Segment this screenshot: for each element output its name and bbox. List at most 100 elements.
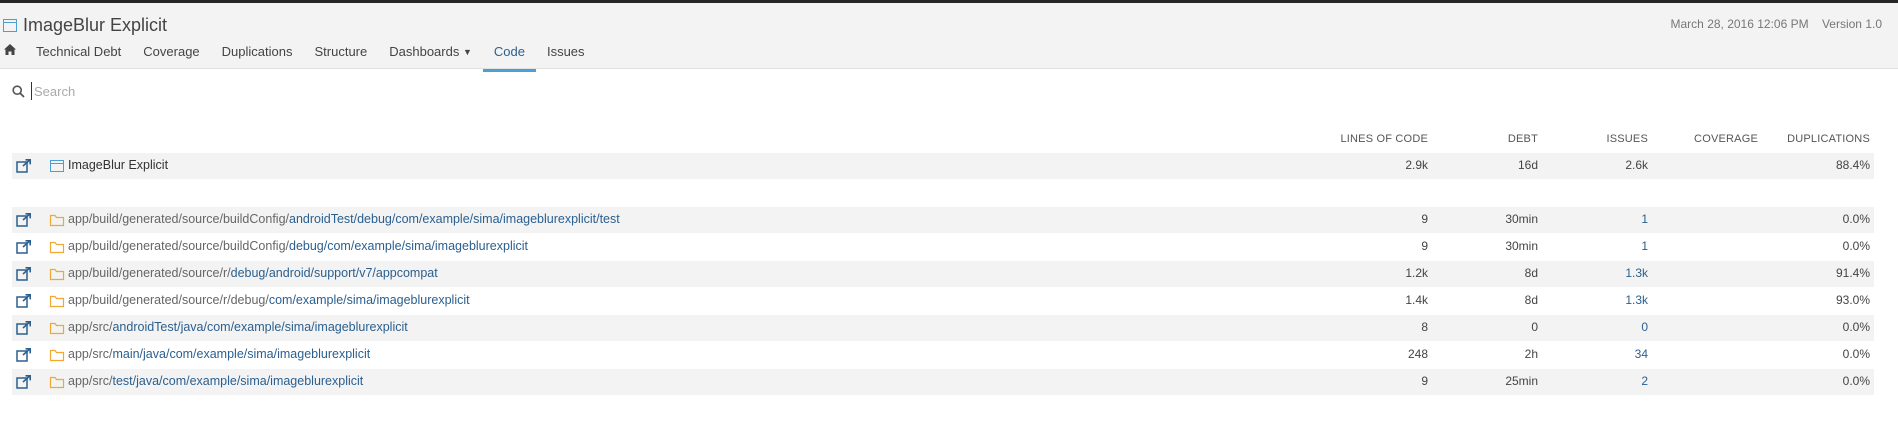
cell-debt: 30min: [1505, 212, 1538, 226]
analysis-meta: March 28, 2016 12:06 PM Version 1.0: [1661, 17, 1882, 31]
folder-icon: [49, 295, 65, 308]
path-prefix: app/src/: [68, 320, 113, 334]
project-icon: [3, 19, 17, 32]
path-link[interactable]: debug/android/support/v7/appcompat: [231, 266, 438, 280]
cell-debt: 0: [1531, 320, 1538, 334]
cell-issues: 0: [1641, 320, 1648, 334]
component-path[interactable]: app/src/test/java/com/example/sima/image…: [68, 374, 363, 388]
component-path[interactable]: app/build/generated/source/r/debug/com/e…: [68, 293, 470, 307]
cell-duplications: 91.4%: [1835, 266, 1870, 280]
open-external-icon[interactable]: [16, 348, 32, 362]
path-prefix: app/build/generated/source/buildConfig/: [68, 212, 289, 226]
column-header-issues[interactable]: ISSUES: [1558, 133, 1648, 145]
project-title: ImageBlur Explicit: [23, 15, 168, 35]
table-row: app/build/generated/source/buildConfig/a…: [12, 207, 1874, 233]
open-external-icon[interactable]: [16, 159, 32, 173]
project-icon: [50, 160, 64, 172]
project-header: ImageBlur Explicit March 28, 2016 12:06 …: [0, 3, 1898, 72]
column-header-lines-of-code[interactable]: LINES OF CODE: [1338, 133, 1428, 145]
cell-duplications: 93.0%: [1835, 293, 1870, 307]
component-path[interactable]: app/src/androidTest/java/com/example/sim…: [68, 320, 408, 334]
open-external-icon[interactable]: [16, 294, 32, 308]
cell-duplications: 0.0%: [1842, 320, 1870, 334]
cell-debt: 2h: [1524, 347, 1538, 361]
tab-coverage[interactable]: Coverage: [132, 43, 210, 69]
component-path[interactable]: app/build/generated/source/buildConfig/a…: [68, 212, 620, 226]
folder-icon: [49, 349, 65, 362]
cell-loc: 9: [1421, 374, 1428, 388]
folder-icon: [49, 241, 65, 254]
tab-issues[interactable]: Issues: [536, 43, 596, 69]
version-label: Version 1.0: [1821, 17, 1882, 31]
home-link[interactable]: [0, 43, 25, 69]
search-icon: [12, 84, 25, 98]
open-external-icon[interactable]: [16, 375, 32, 389]
cell-duplications: 0.0%: [1842, 374, 1870, 388]
column-header-debt[interactable]: DEBT: [1448, 133, 1538, 145]
component-path[interactable]: app/build/generated/source/r/debug/andro…: [68, 266, 438, 280]
cell-issues: 1: [1641, 239, 1648, 253]
cell-debt: 25min: [1505, 374, 1538, 388]
analysis-date: March 28, 2016 12:06 PM: [1670, 17, 1809, 31]
path-link[interactable]: com/example/sima/imageblurexplicit: [269, 293, 470, 307]
folder-icon: [49, 376, 65, 389]
search-bar: [12, 82, 436, 100]
cell-loc: 2.9k: [1405, 158, 1428, 172]
folder-icon: [49, 214, 65, 227]
caret-down-icon: ▼: [462, 47, 472, 57]
tab-dashboards-label: Dashboards: [389, 44, 460, 59]
cell-issues: 34: [1634, 347, 1648, 361]
component-path[interactable]: app/build/generated/source/buildConfig/d…: [68, 239, 528, 253]
folder-icon: [49, 322, 65, 335]
column-header-coverage[interactable]: COVERAGE: [1668, 133, 1758, 145]
cell-issues: 2: [1641, 374, 1648, 388]
cell-duplications: 0.0%: [1842, 239, 1870, 253]
tab-structure[interactable]: Structure: [303, 43, 378, 69]
path-prefix: app/build/generated/source/r/: [68, 266, 231, 280]
table-row: app/src/main/java/com/example/sima/image…: [12, 342, 1874, 368]
path-prefix: app/build/generated/source/r/debug/: [68, 293, 269, 307]
path-prefix: app/src/: [68, 374, 113, 388]
tab-duplications[interactable]: Duplications: [211, 43, 304, 69]
cell-loc: 9: [1421, 212, 1428, 226]
open-external-icon[interactable]: [16, 240, 32, 254]
tab-technical-debt[interactable]: Technical Debt: [25, 43, 132, 69]
open-external-icon[interactable]: [16, 321, 32, 335]
path-link[interactable]: main/java/com/example/sima/imageblurexpl…: [112, 347, 370, 361]
main-nav: Technical Debt Coverage Duplications Str…: [0, 43, 596, 72]
folder-icon: [49, 268, 65, 281]
cell-loc: 9: [1421, 239, 1428, 253]
cell-debt: 8d: [1524, 293, 1538, 307]
cell-issues: 1.3k: [1625, 266, 1648, 280]
cell-duplications: 0.0%: [1842, 347, 1870, 361]
cell-loc: 1.2k: [1405, 266, 1428, 280]
cell-issues: 1.3k: [1625, 293, 1648, 307]
cell-issues: 2.6k: [1625, 158, 1648, 172]
cell-duplications: 0.0%: [1842, 212, 1870, 226]
path-link[interactable]: androidTest/debug/com/example/sima/image…: [289, 212, 620, 226]
open-external-icon[interactable]: [16, 213, 32, 227]
table-row-root: ImageBlur Explicit 2.9k 16d 2.6k 88.4%: [12, 153, 1874, 179]
path-link[interactable]: debug/com/example/sima/imageblurexplicit: [289, 239, 528, 253]
root-name[interactable]: ImageBlur Explicit: [68, 158, 168, 172]
search-input[interactable]: [31, 82, 436, 100]
path-link[interactable]: androidTest/java/com/example/sima/imageb…: [112, 320, 407, 334]
cell-debt: 16d: [1517, 158, 1538, 172]
cell-debt: 8d: [1524, 266, 1538, 280]
table-row: app/build/generated/source/r/debug/com/e…: [12, 288, 1874, 314]
tab-dashboards[interactable]: Dashboards ▼: [378, 43, 483, 69]
table-row: app/build/generated/source/r/debug/andro…: [12, 261, 1874, 287]
path-prefix: app/src/: [68, 347, 113, 361]
table-row: app/src/test/java/com/example/sima/image…: [12, 369, 1874, 395]
component-path[interactable]: app/src/main/java/com/example/sima/image…: [68, 347, 370, 361]
path-prefix: app/build/generated/source/buildConfig/: [68, 239, 289, 253]
column-header-duplications[interactable]: DUPLICATIONS: [1768, 133, 1870, 145]
path-link[interactable]: test/java/com/example/sima/imageblurexpl…: [112, 374, 363, 388]
table-row: app/src/androidTest/java/com/example/sim…: [12, 315, 1874, 341]
table-row: app/build/generated/source/buildConfig/d…: [12, 234, 1874, 260]
cell-duplications: 88.4%: [1835, 158, 1870, 172]
open-external-icon[interactable]: [16, 267, 32, 281]
cell-loc: 8: [1421, 320, 1428, 334]
cell-loc: 248: [1407, 347, 1428, 361]
tab-code[interactable]: Code: [482, 43, 536, 72]
